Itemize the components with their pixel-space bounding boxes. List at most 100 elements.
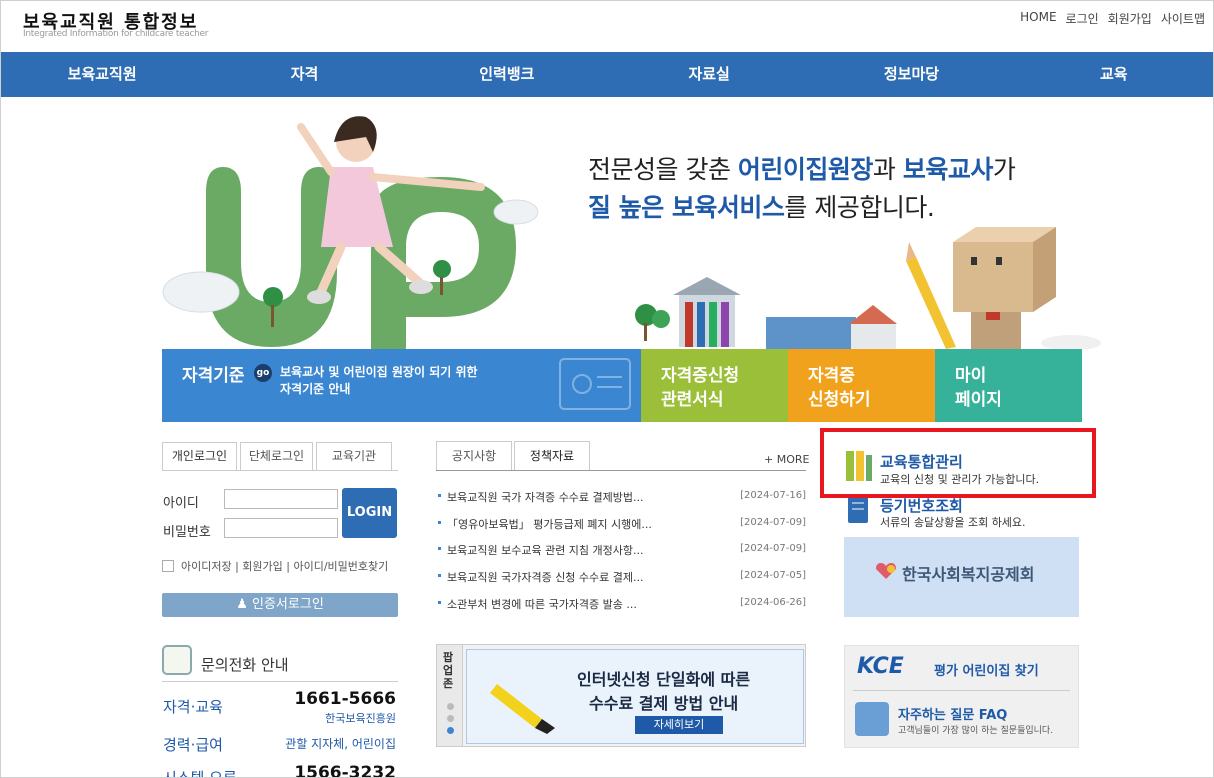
- certificate-login-button[interactable]: ♟ 인증서로그인: [162, 593, 398, 617]
- inquiry-number-system: 1566-3232: [294, 763, 396, 778]
- notice-title: 보육교직원 국가자격증 신청 수수료 결제...: [447, 571, 644, 584]
- kce-find-link[interactable]: 평가 어린이집 찾기: [934, 660, 1039, 679]
- heart-logo-icon: [876, 563, 896, 579]
- tagline-part: 가: [992, 155, 1016, 184]
- login-tabs: 개인로그인 단체로그인 교육기관: [162, 442, 392, 471]
- kce-box: KCE 평가 어린이집 찾기 자주하는 질문 FAQ 고객님들이 가장 많이 하…: [844, 645, 1079, 748]
- nav-item-qualification[interactable]: 자격: [203, 52, 405, 97]
- login-link[interactable]: 로그인: [1066, 10, 1099, 27]
- hero-tagline: 전문성을 갖춘 어린이집원장과 보육교사가 질 높은 보육서비스를 제공합니다.: [588, 151, 1016, 227]
- id-input[interactable]: [224, 489, 338, 509]
- criteria-desc-line1: 보육교사 및 어린이집 원장이 되기 위한: [280, 365, 478, 379]
- popup-banner[interactable]: 인터넷신청 단일화에 따른 수수료 결제 방법 안내 자세히보기: [466, 649, 804, 744]
- criteria-title: 자격기준: [182, 366, 245, 386]
- apply-label: 자격증신청하기: [808, 364, 871, 412]
- notice-date: [2024-07-09]: [740, 543, 806, 554]
- popup-detail-button[interactable]: 자세히보기: [635, 716, 723, 734]
- inquiry-label-system: 시스템 오류: [163, 769, 237, 778]
- welfare-title: 한국사회복지공제회: [902, 565, 1035, 584]
- nav-item-talent-bank[interactable]: 인력뱅크: [406, 52, 608, 97]
- forms-label-line2: 관련서식: [661, 390, 724, 410]
- password-input[interactable]: [224, 518, 338, 538]
- id-label: 아이디: [163, 496, 199, 511]
- faq-desc: 고객님들이 가장 많이 하는 질문들입니다.: [898, 726, 1054, 736]
- signup-link[interactable]: 회원가입: [1108, 10, 1152, 27]
- quick-menu: 자격기준 go 보육교사 및 어린이집 원장이 되기 위한자격기준 안내 자격증…: [162, 349, 1082, 422]
- highlight-box: [820, 428, 1096, 498]
- inquiry-title: 문의전화 안내: [201, 656, 289, 674]
- registered-mail-title: 등기번호조회: [880, 497, 963, 515]
- application-forms-card[interactable]: 자격증신청 관련서식: [641, 349, 788, 422]
- sitemap-link[interactable]: 사이트맵: [1161, 10, 1205, 27]
- nav-item-info[interactable]: 정보마당: [810, 52, 1012, 97]
- notice-title: 소관부처 변경에 따른 국가자격증 발송 ...: [447, 598, 637, 611]
- criteria-description: 보육교사 및 어린이집 원장이 되기 위한자격기준 안내: [280, 364, 478, 398]
- highlighter-icon: [490, 684, 555, 734]
- inquiry-org-career: 관할 지자체, 어린이집: [285, 737, 396, 751]
- tagline-part: 과: [872, 155, 903, 184]
- bullet: [438, 574, 441, 577]
- apply-label-line2: 신청하기: [808, 390, 871, 410]
- popup-dot[interactable]: [447, 715, 454, 722]
- password-label: 비밀번호: [163, 525, 211, 540]
- faq-link[interactable]: 자주하는 질문 FAQ: [898, 704, 1007, 723]
- popup-dot[interactable]: [447, 703, 454, 710]
- user-key-icon: ♟: [236, 597, 253, 612]
- bullet: [438, 601, 441, 604]
- tab-group-login[interactable]: 단체로그인: [240, 442, 313, 471]
- notice-date: [2024-06-26]: [740, 597, 806, 608]
- home-link[interactable]: HOME: [1020, 10, 1056, 27]
- apply-label-line1: 자격증: [808, 366, 855, 386]
- notebook-icon: [848, 497, 868, 523]
- popup-zone-tab: 팝업존: [437, 645, 463, 746]
- more-link[interactable]: + MORE: [764, 453, 809, 466]
- notice-tabs: 공지사항 정책자료: [436, 441, 590, 471]
- nav-item-staff[interactable]: 보육교직원: [1, 52, 203, 97]
- site-subtitle: Integrated Information for childcare tea…: [23, 29, 209, 39]
- phone-icon: [162, 645, 192, 675]
- notice-title: 「영유아보육법」 평가등급제 폐지 시행에...: [447, 518, 652, 531]
- tab-personal-login[interactable]: 개인로그인: [162, 442, 237, 471]
- nav-item-education[interactable]: 교육: [1013, 52, 1213, 97]
- bullet: [438, 521, 441, 524]
- popup-zone-label: 팝업존: [443, 651, 454, 690]
- popup-zone: 팝업존 인터넷신청 단일화에 따른 수수료 결제 방법 안내 자세히보기: [436, 644, 806, 747]
- mypage-label-line1: 마이: [955, 366, 987, 386]
- inquiry-divider: [162, 681, 398, 682]
- forms-label: 자격증신청 관련서식: [661, 364, 739, 412]
- registered-mail-lookup-link[interactable]: 등기번호조회 서류의 송달상황을 조회 하세요.: [844, 495, 1080, 529]
- main-nav: 보육교직원 자격 인력뱅크 자료실 정보마당 교육: [1, 52, 1213, 97]
- mypage-card[interactable]: 마이 페이지: [935, 349, 1082, 422]
- nav-item-library[interactable]: 자료실: [608, 52, 810, 97]
- tab-institution-login[interactable]: 교육기관: [316, 442, 392, 471]
- tab-policy[interactable]: 정책자료: [514, 441, 590, 471]
- bullet: [438, 547, 441, 550]
- tagline-highlight-director: 어린이집원장: [737, 155, 874, 184]
- popup-line1: 인터넷신청 단일화에 따른: [577, 670, 751, 689]
- notice-title: 보육교직원 국가 자격증 수수료 결제방법...: [447, 491, 644, 504]
- tagline-highlight-teacher: 보육교사: [902, 155, 994, 184]
- bullet: [438, 494, 441, 497]
- criteria-desc-line2: 자격기준 안내: [280, 382, 351, 396]
- kce-divider: [853, 690, 1070, 691]
- apply-certificate-card[interactable]: 자격증신청하기: [788, 349, 935, 422]
- top-links: HOME 로그인 회원가입 사이트맵: [1020, 10, 1205, 27]
- login-links[interactable]: 아이디저장 | 회원가입 | 아이디/비밀번호찾기: [181, 558, 388, 574]
- popup-dot-active[interactable]: [447, 727, 454, 734]
- login-button[interactable]: LOGIN: [342, 488, 397, 538]
- tab-notice[interactable]: 공지사항: [436, 441, 512, 471]
- criteria-card[interactable]: 자격기준 go 보육교사 및 어린이집 원장이 되기 위한자격기준 안내: [162, 349, 641, 422]
- inquiry-label-career: 경력·급여: [163, 736, 223, 754]
- faq-castle-icon: [855, 702, 889, 736]
- welfare-banner[interactable]: 한국사회복지공제회: [844, 537, 1079, 617]
- popup-line2: 수수료 결제 방법 안내: [589, 694, 739, 713]
- notice-date: [2024-07-09]: [740, 517, 806, 528]
- go-icon: go: [254, 364, 272, 382]
- tagline-part: 를 제공합니다.: [784, 193, 935, 222]
- page: 보육교직원 통합정보 Integrated Information for ch…: [0, 0, 1214, 778]
- inquiry-label-qualification: 자격·교육: [163, 698, 223, 716]
- notice-date: [2024-07-16]: [740, 490, 806, 501]
- save-id-checkbox[interactable]: [162, 560, 174, 572]
- kce-logo: KCE: [857, 654, 904, 679]
- inquiry-org-qualification: 한국보육진흥원: [325, 712, 396, 725]
